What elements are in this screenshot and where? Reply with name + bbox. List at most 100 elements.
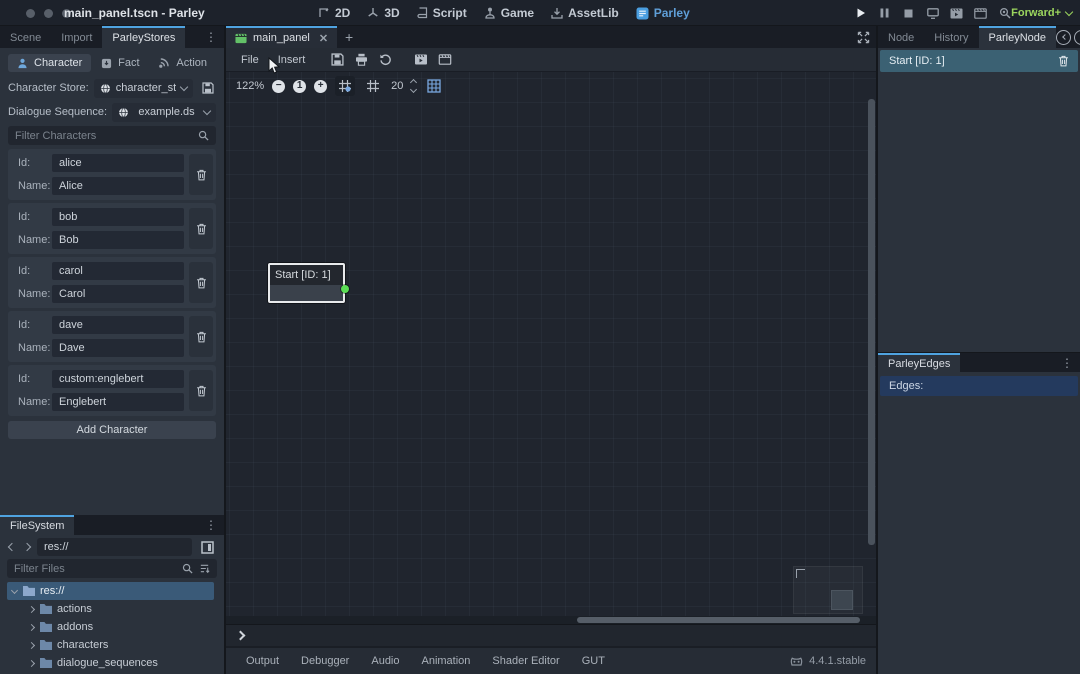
delete-character-button[interactable] [189,262,213,303]
test-dialogue-icon[interactable] [409,50,432,69]
history-back-button[interactable] [7,544,17,550]
add-scene-tab-button[interactable]: + [337,26,361,48]
workspace-script-button[interactable]: Script [417,6,467,20]
split-view-icon[interactable] [197,538,217,557]
filter-characters-input[interactable] [15,130,192,142]
graph-node-start[interactable]: Start [ID: 1] [268,263,345,303]
delete-character-button[interactable] [189,370,213,411]
workspace-assetlib-button[interactable]: AssetLib [551,6,619,20]
tab-character[interactable]: Character [8,54,91,72]
character-name-input[interactable] [52,393,184,411]
nav-forward-icon[interactable] [1074,30,1080,45]
tree-item[interactable]: actions [7,600,214,618]
workspace-3d-button[interactable]: 3D [367,6,399,20]
tree-item[interactable]: dialogue_sequences [7,654,214,672]
tree-expand-icon[interactable] [28,623,35,630]
delete-character-button[interactable] [189,208,213,249]
snap-toggle-button[interactable] [335,76,355,96]
character-name-input[interactable] [52,177,184,195]
save-icon[interactable] [326,50,349,69]
character-name-input[interactable] [52,285,184,303]
dock-menu-icon[interactable]: ⋮ [198,26,224,48]
workspace-game-button[interactable]: Game [484,6,534,20]
selected-node-row[interactable]: Start [ID: 1] [880,50,1078,72]
graph-minimap[interactable] [793,566,863,614]
bottom-panel-tab[interactable]: Animation [412,651,481,671]
character-id-input[interactable] [52,370,184,388]
canvas-vertical-scrollbar[interactable] [868,99,875,545]
tree-item[interactable]: addons [7,618,214,636]
expand-editor-icon[interactable] [850,26,876,48]
tree-item[interactable]: res:// [7,582,214,600]
pause-button[interactable] [875,4,894,22]
current-path[interactable]: res:// [37,538,192,556]
tree-expand-icon[interactable] [11,586,18,593]
dock-menu-icon[interactable]: ⋮ [198,515,224,535]
tree-item[interactable]: characters [7,636,214,654]
bottom-panel-tab[interactable]: Debugger [291,651,359,671]
tab-fact[interactable]: Fact [91,54,149,72]
delete-character-button[interactable] [189,154,213,195]
window-close-button[interactable] [26,9,35,18]
delete-character-button[interactable] [189,316,213,357]
scrollbar-thumb[interactable] [577,617,860,623]
tab-parleyedges[interactable]: ParleyEdges [878,353,960,372]
filter-files-input[interactable] [14,563,176,575]
save-store-button[interactable] [198,79,218,98]
character-name-input[interactable] [52,339,184,357]
nav-back-icon[interactable] [1056,30,1071,45]
tab-history[interactable]: History [924,26,978,48]
graph-canvas[interactable]: 122% − 1 + 20 Start [ID: 1] [226,72,876,616]
tree-expand-icon[interactable] [28,605,35,612]
character-id-input[interactable] [52,262,184,280]
character-id-input[interactable] [52,154,184,172]
renderer-dropdown[interactable]: Forward+ [1011,0,1072,26]
expand-bottom-panel-icon[interactable] [236,631,246,641]
graph-node-title[interactable]: Start [ID: 1] [270,265,343,285]
dialogue-sequence-dropdown[interactable]: example.ds [112,103,216,122]
remote-debug-icon[interactable] [923,4,942,22]
tree-expand-icon[interactable] [28,641,35,648]
grid-toggle-button[interactable] [363,76,383,96]
tab-import[interactable]: Import [51,26,102,48]
bottom-panel-tab[interactable]: GUT [572,651,615,671]
zoom-reset-button[interactable]: 1 [293,80,306,93]
window-minimize-button[interactable] [44,9,53,18]
tab-filesystem[interactable]: FileSystem [0,515,74,535]
edges-row[interactable]: Edges: [880,376,1078,396]
workspace-parley-button[interactable]: Parley [636,6,690,20]
refresh-icon[interactable] [374,50,397,69]
play-scene-button[interactable] [947,4,966,22]
bottom-panel-tab[interactable]: Audio [361,651,409,671]
character-store-dropdown[interactable]: character_st [94,79,194,98]
menu-file[interactable]: File [232,51,268,69]
tab-action[interactable]: Action [149,54,216,72]
zoom-out-button[interactable]: − [272,80,285,93]
canvas-horizontal-scrollbar[interactable] [226,616,876,624]
tab-scene[interactable]: Scene [0,26,51,48]
bottom-panel-tab[interactable]: Output [236,651,289,671]
close-icon[interactable]: ✕ [319,32,328,45]
zoom-in-button[interactable]: + [314,80,327,93]
node-output-port[interactable] [341,285,349,293]
character-id-input[interactable] [52,316,184,334]
delete-node-button[interactable] [1058,55,1069,67]
dock-menu-icon[interactable]: ⋮ [1054,353,1080,372]
bottom-panel-tab[interactable]: Shader Editor [482,651,569,671]
tab-node[interactable]: Node [878,26,924,48]
workspace-2d-button[interactable]: 2D [318,6,350,20]
tab-parleystores[interactable]: ParleyStores [102,26,185,48]
sort-icon[interactable] [199,563,210,574]
minimap-toggle-button[interactable] [424,76,444,96]
character-name-input[interactable] [52,231,184,249]
play-custom-scene-button[interactable] [971,4,990,22]
add-character-button[interactable]: Add Character [8,421,216,439]
grid-size-spinner[interactable] [411,77,416,95]
tree-expand-icon[interactable] [28,659,35,666]
menu-insert[interactable]: Insert [269,51,315,69]
character-id-input[interactable] [52,208,184,226]
test-dialogue-from-node-icon[interactable] [433,50,456,69]
print-icon[interactable] [350,50,373,69]
grid-size-value[interactable]: 20 [391,80,403,92]
play-button[interactable] [851,4,870,22]
